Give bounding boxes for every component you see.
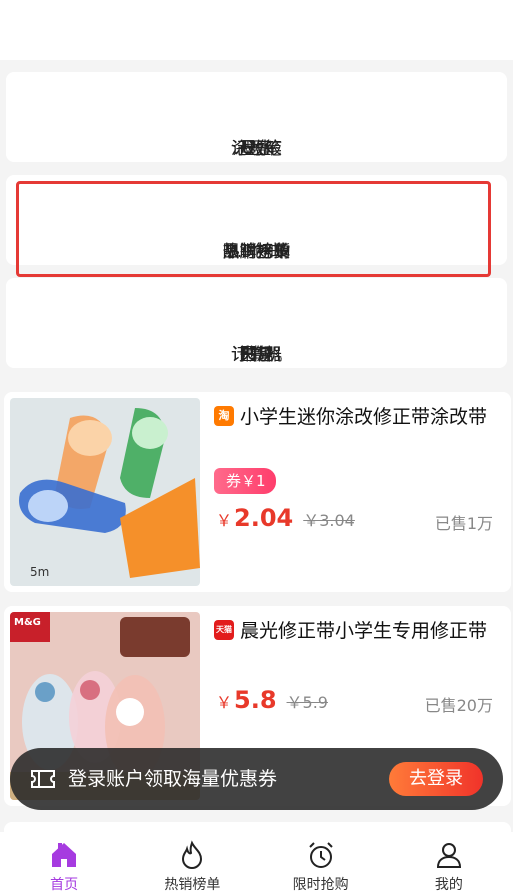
svg-text:M&G: M&G xyxy=(14,617,41,628)
category-card-1: 记号笔 尺子 U盘 墨水 涂改液 xyxy=(6,72,507,162)
ticket-icon xyxy=(31,770,55,788)
product-title[interactable]: 淘 小学生迷你涂改修正带涂改带 xyxy=(214,402,499,429)
alarm-clock-icon xyxy=(308,842,333,868)
sold-count: 已售20万 xyxy=(424,696,493,715)
product-card-partial xyxy=(4,822,511,832)
category-correction-fluid[interactable]: 涂改液 xyxy=(231,72,507,162)
category-card-3: 订书机 计算器 圆规 夹子 书包 xyxy=(6,278,507,368)
bottom-tabbar: 首页 热销榜单 限时抢购 我的 xyxy=(0,832,513,896)
login-prompt: 登录账户领取海量优惠券 xyxy=(68,768,278,790)
login-banner[interactable]: 登录账户领取海量优惠券 去登录 xyxy=(10,748,503,810)
sold-count: 已售1万 xyxy=(434,514,493,533)
taobao-badge-icon: 淘 xyxy=(214,405,234,426)
home-icon xyxy=(52,843,77,867)
flame-icon xyxy=(182,840,203,869)
coupon-badge[interactable]: 券￥1 xyxy=(214,468,276,494)
tab-mine[interactable]: 我的 xyxy=(385,832,513,896)
top-header xyxy=(0,0,513,60)
user-icon xyxy=(436,843,461,868)
category-card-2: 热销榜单 9.9包邮 限时抢购 品牌好货 xyxy=(6,175,507,265)
tab-home[interactable]: 首页 xyxy=(0,832,128,896)
current-price: 2.04 xyxy=(234,504,294,532)
price-row: ￥ 2.04 ￥3.04 xyxy=(216,504,355,532)
tab-flash-sale[interactable]: 限时抢购 xyxy=(257,832,385,896)
category-brand-goods[interactable]: 品牌好货 xyxy=(223,175,493,265)
tab-hot-list[interactable]: 热销榜单 xyxy=(128,832,256,896)
login-button[interactable]: 去登录 xyxy=(389,762,483,796)
product-title[interactable]: 天猫 晨光修正带小学生专用修正带 xyxy=(214,616,499,643)
current-price: 5.8 xyxy=(234,686,277,714)
tmall-badge-icon: 天猫 xyxy=(214,619,234,640)
price-row: ￥ 5.8 ￥5.9 xyxy=(216,686,328,714)
svg-text:5m: 5m xyxy=(30,565,49,579)
category-schoolbag[interactable]: 书包 xyxy=(240,278,507,368)
product-card[interactable]: 5m 淘 小学生迷你涂改修正带涂改带 券￥1 ￥ 2.04 ￥3.04 已售1万 xyxy=(4,392,511,592)
original-price: ￥3.04 xyxy=(303,511,355,530)
original-price: ￥5.9 xyxy=(286,693,328,712)
product-image: 5m xyxy=(10,398,200,586)
